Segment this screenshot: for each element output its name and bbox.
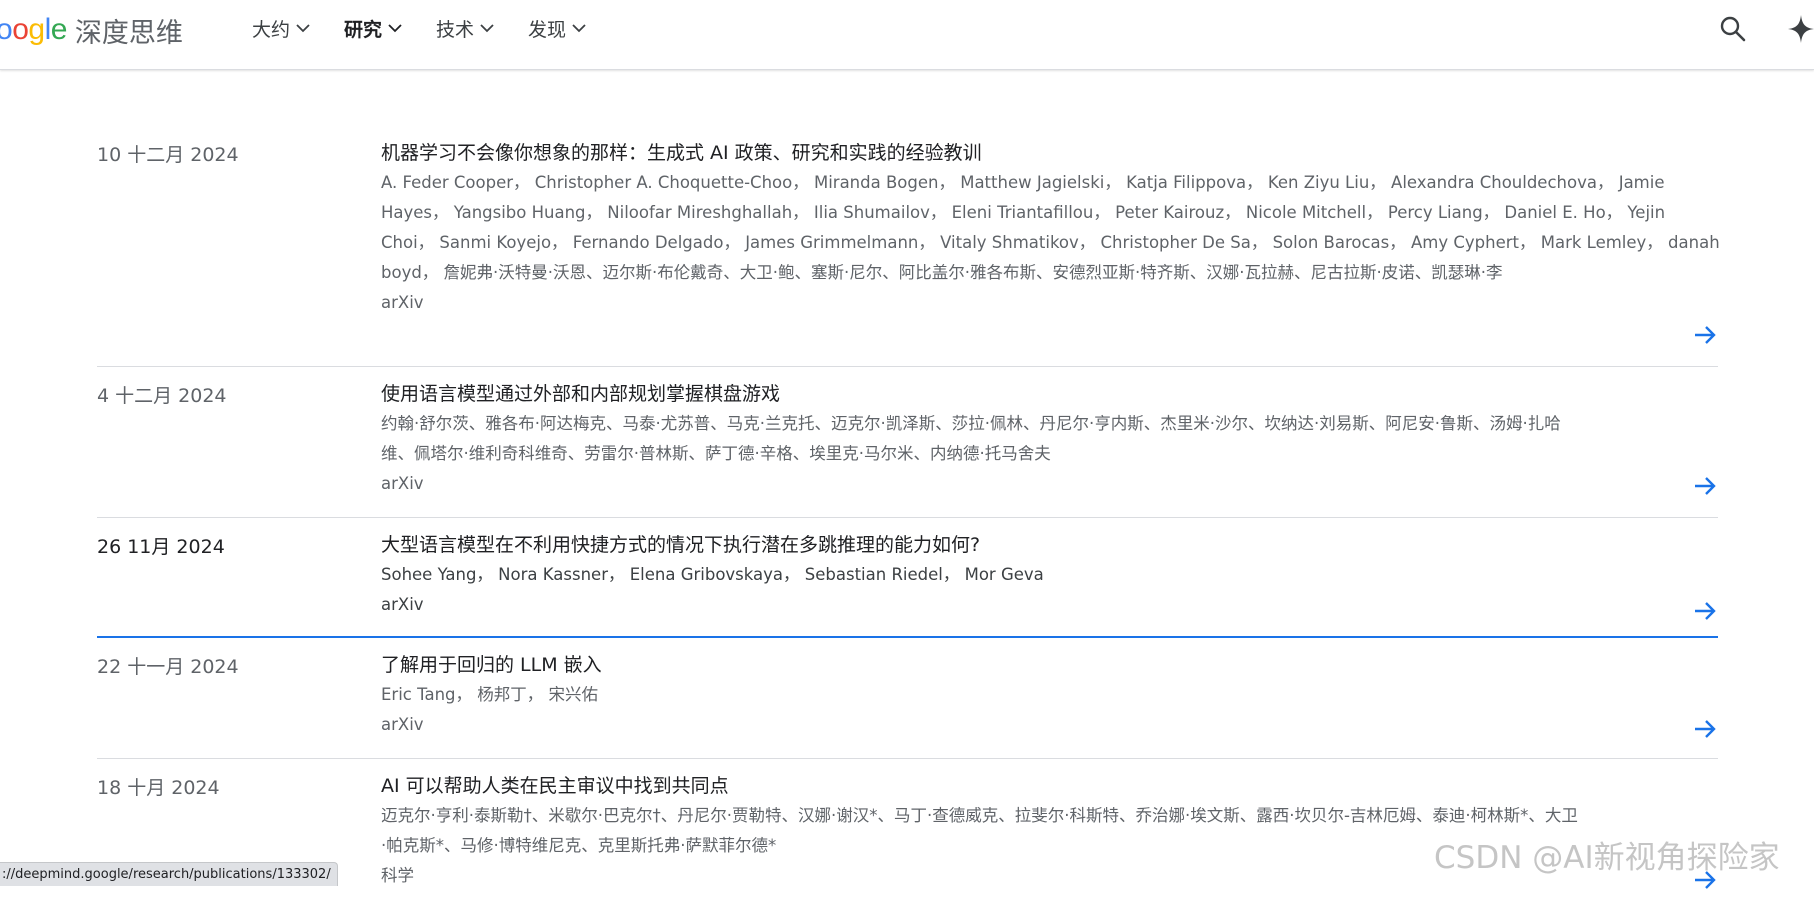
chevron-down-icon [388, 23, 402, 32]
nav-label: 研究 [344, 18, 383, 41]
publication-date: 4 十二月 2024 [97, 385, 227, 407]
publication-venue: arXiv [381, 595, 424, 614]
publication-authors: 迈克尔·亨利·泰斯勒†、米歇尔·巴克尔†、丹尼尔·贾勒特、汉娜·谢汉*、马丁·查… [381, 806, 1578, 855]
publication-title[interactable]: AI 可以帮助人类在民主审议中找到共同点 [381, 773, 1681, 799]
publication-authors: 约翰·舒尔茨、雅各布·阿达梅克、马泰·尤苏普、马克·兰克托、迈克尔·凯泽斯、莎拉… [381, 414, 1561, 463]
publication-list: 10 十二月 2024 机器学习不会像你想象的那样：生成式 AI 政策、研究和实… [97, 126, 1720, 909]
nav-item-discover[interactable]: 发现 [528, 15, 586, 42]
nav-label: 技术 [436, 18, 475, 41]
chevron-down-icon [296, 23, 310, 32]
publication-date: 18 十月 2024 [97, 777, 220, 799]
publication-venue: arXiv [381, 715, 424, 734]
publication-title[interactable]: 机器学习不会像你想象的那样：生成式 AI 政策、研究和实践的经验教训 [381, 140, 1681, 166]
site-header: oogle 深度思维 大约 研究 技术 发现 [0, 0, 1814, 70]
arrow-right-icon[interactable] [1692, 322, 1718, 348]
publication-row[interactable]: 4 十二月 2024 使用语言模型通过外部和内部规划掌握棋盘游戏 约翰·舒尔茨、… [97, 367, 1718, 518]
publication-authors: Sohee Yang， Nora Kassner， Elena Gribovsk… [381, 565, 1044, 584]
nav-item-technology[interactable]: 技术 [436, 15, 494, 42]
publication-date: 22 十一月 2024 [97, 656, 239, 678]
publication-venue: arXiv [381, 293, 424, 312]
publication-authors: Eric Tang， 杨邦丁， 宋兴佑 [381, 685, 598, 704]
gemini-sparkle-icon[interactable] [1786, 13, 1814, 45]
publication-date: 26 11月 2024 [97, 536, 225, 558]
publication-venue: arXiv [381, 474, 424, 493]
nav-item-about[interactable]: 大约 [252, 15, 310, 42]
publication-title[interactable]: 使用语言模型通过外部和内部规划掌握棋盘游戏 [381, 381, 1681, 407]
status-bar-url: ://deepmind.google/research/publications… [0, 862, 338, 886]
publication-date: 10 十二月 2024 [97, 144, 239, 166]
search-icon[interactable] [1718, 14, 1748, 44]
google-wordmark: oogle [0, 13, 67, 46]
nav-label: 发现 [528, 18, 567, 41]
brand-text: 深度思维 [74, 17, 183, 49]
publication-row[interactable]: 10 十二月 2024 机器学习不会像你想象的那样：生成式 AI 政策、研究和实… [97, 126, 1720, 367]
publication-title[interactable]: 了解用于回归的 LLM 嵌入 [381, 652, 1681, 678]
arrow-right-icon[interactable] [1692, 716, 1718, 742]
main-nav: 大约 研究 技术 发现 [252, 0, 620, 56]
publication-row[interactable]: 22 十一月 2024 了解用于回归的 LLM 嵌入 Eric Tang， 杨邦… [97, 638, 1718, 759]
chevron-down-icon [480, 23, 494, 32]
publication-title[interactable]: 大型语言模型在不利用快捷方式的情况下执行潜在多跳推理的能力如何? [381, 532, 1681, 558]
watermark: CSDN @AI新视角探险家 [1434, 840, 1780, 876]
google-deepmind-logo[interactable]: oogle 深度思维 [0, 10, 183, 50]
chevron-down-icon [572, 23, 586, 32]
publication-authors: A. Feder Cooper， Christopher A. Choquett… [381, 173, 1720, 282]
arrow-right-icon[interactable] [1692, 473, 1718, 499]
nav-item-research[interactable]: 研究 [344, 15, 402, 42]
nav-label: 大约 [252, 18, 291, 41]
arrow-right-icon[interactable] [1692, 598, 1718, 624]
publication-row-hovered[interactable]: 26 11月 2024 大型语言模型在不利用快捷方式的情况下执行潜在多跳推理的能… [97, 518, 1718, 638]
